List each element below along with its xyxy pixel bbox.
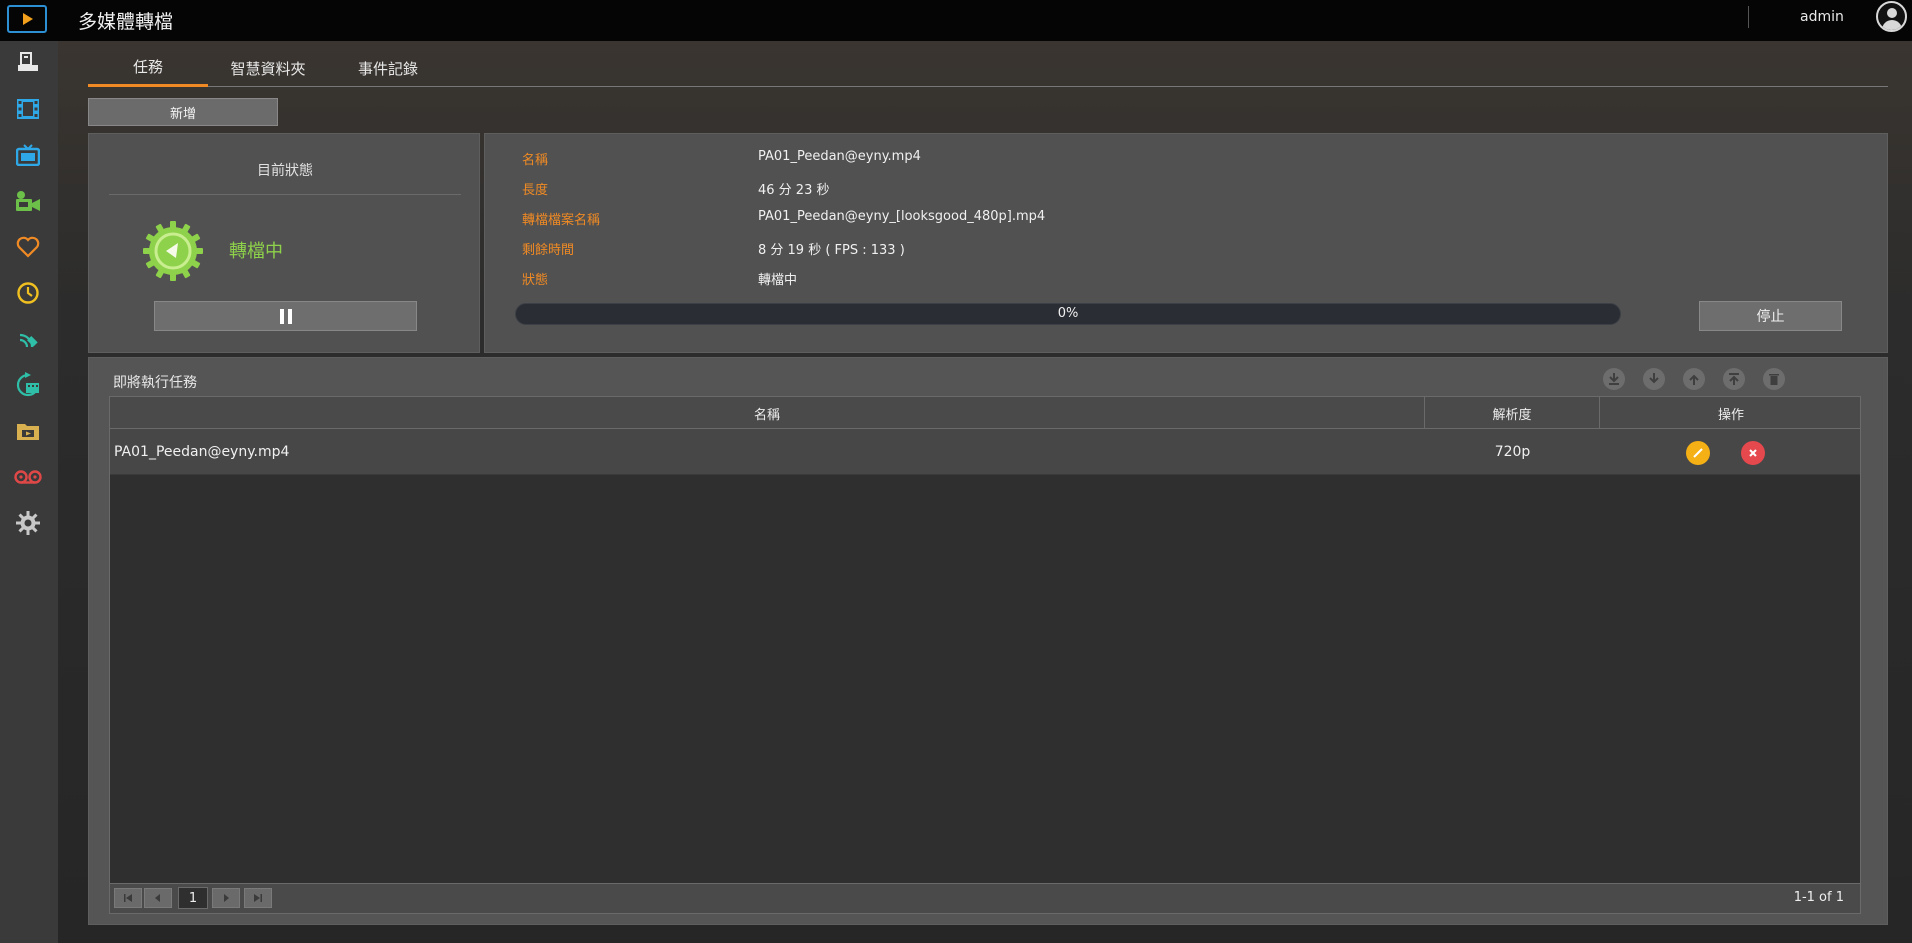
info-label-output: 轉檔檔案名稱 (522, 213, 601, 228)
user-name[interactable]: admin (1800, 9, 1844, 25)
info-row-state: 狀態 轉檔中 (485, 269, 1685, 289)
tab-smart-folder[interactable]: 智慧資料夾 (208, 49, 328, 87)
move-down-icon[interactable] (1643, 368, 1665, 390)
progress-text: 0% (1057, 306, 1079, 321)
pause-icon (279, 308, 284, 324)
folder-icon[interactable] (14, 417, 42, 445)
progress-bar: 0% (515, 303, 1621, 325)
next-page-icon[interactable] (212, 888, 240, 908)
info-label-duration: 長度 (522, 183, 549, 198)
app-title: 多媒體轉檔 (78, 11, 174, 33)
page-summary: 1-1 of 1 (1793, 890, 1844, 905)
pause-button[interactable] (154, 301, 417, 331)
column-header-name[interactable]: 名稱 (110, 397, 1425, 429)
task-info-panel: 名稱 PA01_Peedan@eyny.mp4 長度 46 分 23 秒 轉檔檔… (484, 133, 1888, 353)
clock-icon[interactable] (14, 279, 42, 307)
prev-page-icon[interactable] (144, 888, 172, 908)
nas-device-icon[interactable] (14, 49, 42, 77)
info-value-remaining: 8 分 19 秒 ( FPS : 133 ) (758, 243, 905, 258)
move-bottom-icon[interactable] (1603, 368, 1625, 390)
tv-icon[interactable] (14, 141, 42, 169)
satellite-icon[interactable] (14, 325, 42, 353)
table-row[interactable]: PA01_Peedan@eyny.mp4 720p (110, 429, 1860, 475)
info-value-state: 轉檔中 (758, 273, 798, 288)
last-page-icon[interactable] (244, 888, 272, 908)
film-icon[interactable] (14, 95, 42, 123)
column-header-actions: 操作 (1717, 407, 1744, 423)
info-row-output: 轉檔檔案名稱 PA01_Peedan@eyny_[looksgood_480p]… (485, 209, 1685, 229)
main-content: 任務 智慧資料夾 事件記錄 新增 目前狀態 轉檔中 名稱 PA01_Peedan… (58, 41, 1912, 943)
status-divider (109, 194, 461, 195)
info-value-duration: 46 分 23 秒 (758, 183, 830, 198)
user-avatar-icon[interactable] (1876, 1, 1907, 32)
move-up-icon[interactable] (1683, 368, 1705, 390)
pagination: 1 1-1 of 1 (110, 883, 1860, 913)
heart-icon[interactable] (14, 233, 42, 261)
app-logo-icon[interactable] (7, 5, 47, 33)
info-label-state: 狀態 (522, 273, 549, 288)
first-page-icon[interactable] (114, 888, 142, 908)
tab-event-log[interactable]: 事件記錄 (328, 49, 448, 87)
info-label-remaining: 剩餘時間 (522, 243, 575, 258)
top-bar: 多媒體轉檔 admin (0, 0, 1912, 41)
page-number[interactable]: 1 (178, 887, 208, 909)
upcoming-tasks-panel: 即將執行任務 名稱 解析度 操作 PA01_Peedan@eyny.mp4 72… (88, 357, 1888, 925)
move-top-icon[interactable] (1723, 368, 1745, 390)
info-row-remaining: 剩餘時間 8 分 19 秒 ( FPS : 133 ) (485, 239, 1685, 259)
status-title: 目前狀態 (257, 163, 313, 179)
stop-button[interactable]: 停止 (1699, 301, 1842, 331)
table-header: 名稱 解析度 操作 (110, 397, 1860, 429)
remove-icon[interactable] (1741, 441, 1765, 465)
camcorder-icon[interactable] (14, 187, 42, 215)
row-resolution: 720p (1494, 444, 1531, 460)
info-row-name: 名稱 PA01_Peedan@eyny.mp4 (485, 149, 1685, 169)
add-task-button[interactable]: 新增 (88, 98, 278, 126)
tab-tasks[interactable]: 任務 (88, 49, 208, 87)
sidebar (0, 41, 58, 943)
current-status-panel: 目前狀態 轉檔中 (88, 133, 480, 353)
tab-bar: 任務 智慧資料夾 事件記錄 (88, 49, 1888, 87)
info-value-name: PA01_Peedan@eyny.mp4 (758, 149, 921, 164)
transcode-icon[interactable] (14, 371, 42, 399)
info-row-duration: 長度 46 分 23 秒 (485, 179, 1685, 199)
gear-icon[interactable] (14, 509, 42, 537)
upcoming-tasks-table: 名稱 解析度 操作 PA01_Peedan@eyny.mp4 720p 1 1-… (109, 396, 1861, 914)
edit-icon[interactable] (1686, 441, 1710, 465)
upcoming-tasks-title: 即將執行任務 (113, 375, 197, 391)
info-label-name: 名稱 (522, 153, 549, 168)
top-divider (1748, 6, 1749, 28)
column-header-resolution[interactable]: 解析度 (1425, 397, 1600, 429)
tape-icon[interactable] (14, 463, 42, 491)
info-value-output: PA01_Peedan@eyny_[looksgood_480p].mp4 (758, 209, 1046, 224)
delete-icon[interactable] (1763, 368, 1785, 390)
status-state-text: 轉檔中 (229, 241, 283, 262)
row-name: PA01_Peedan@eyny.mp4 (114, 444, 290, 460)
converting-gear-icon (142, 220, 204, 282)
